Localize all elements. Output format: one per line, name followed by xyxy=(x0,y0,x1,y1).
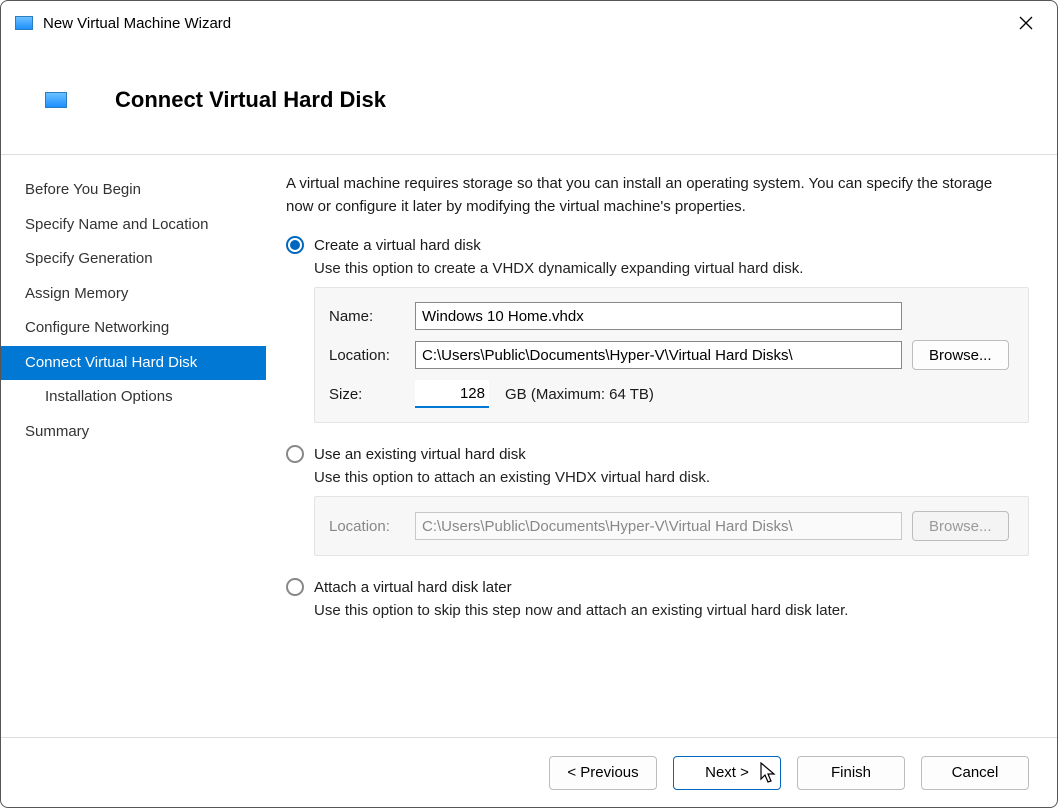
vhd-name-input[interactable] xyxy=(415,302,902,330)
page-title: Connect Virtual Hard Disk xyxy=(115,87,386,113)
option-create-desc: Use this option to create a VHDX dynamic… xyxy=(314,260,1029,277)
wizard-header-icon xyxy=(45,92,67,108)
location-label: Location: xyxy=(329,347,405,364)
finish-button[interactable]: Finish xyxy=(797,756,905,790)
existing-location-input xyxy=(415,512,902,540)
wizard-body: Before You Begin Specify Name and Locati… xyxy=(1,155,1057,737)
titlebar: New Virtual Machine Wizard xyxy=(1,1,1057,45)
close-button[interactable] xyxy=(1003,8,1049,38)
radio-existing-vhd[interactable] xyxy=(286,445,304,463)
existing-panel: Location: Browse... xyxy=(314,496,1029,556)
step-assign-memory[interactable]: Assign Memory xyxy=(1,277,266,312)
size-suffix: GB (Maximum: 64 TB) xyxy=(505,386,654,403)
option-later-desc: Use this option to skip this step now an… xyxy=(314,602,1029,619)
wizard-steps-sidebar: Before You Begin Specify Name and Locati… xyxy=(1,155,266,737)
wizard-header: Connect Virtual Hard Disk xyxy=(1,45,1057,155)
step-configure-networking[interactable]: Configure Networking xyxy=(1,311,266,346)
next-button[interactable]: Next > xyxy=(673,756,781,790)
radio-attach-later[interactable] xyxy=(286,578,304,596)
name-label: Name: xyxy=(329,308,405,325)
cancel-button[interactable]: Cancel xyxy=(921,756,1029,790)
browse-existing-button: Browse... xyxy=(912,511,1009,541)
radio-existing-label: Use an existing virtual hard disk xyxy=(314,446,526,463)
option-existing-desc: Use this option to attach an existing VH… xyxy=(314,469,1029,486)
browse-location-button[interactable]: Browse... xyxy=(912,340,1009,370)
option-create-block: Create a virtual hard disk Use this opti… xyxy=(286,236,1029,423)
step-installation-options[interactable]: Installation Options xyxy=(1,380,266,415)
wizard-footer: < Previous Next > Finish Cancel xyxy=(1,737,1057,807)
step-specify-generation[interactable]: Specify Generation xyxy=(1,242,266,277)
window-title: New Virtual Machine Wizard xyxy=(43,15,1003,32)
step-connect-vhd[interactable]: Connect Virtual Hard Disk xyxy=(1,346,266,381)
previous-button[interactable]: < Previous xyxy=(549,756,657,790)
vhd-size-input[interactable] xyxy=(415,380,489,408)
option-existing-block: Use an existing virtual hard disk Use th… xyxy=(286,445,1029,556)
step-summary[interactable]: Summary xyxy=(1,415,266,450)
size-label: Size: xyxy=(329,386,405,403)
wizard-window: New Virtual Machine Wizard Connect Virtu… xyxy=(0,0,1058,808)
vhd-location-input[interactable] xyxy=(415,341,902,369)
step-before-you-begin[interactable]: Before You Begin xyxy=(1,173,266,208)
create-panel: Name: Location: Browse... Size: GB (Maxi… xyxy=(314,287,1029,423)
intro-text: A virtual machine requires storage so th… xyxy=(286,173,1006,218)
close-icon xyxy=(1019,16,1033,30)
existing-location-label: Location: xyxy=(329,518,405,535)
option-later-block: Attach a virtual hard disk later Use thi… xyxy=(286,578,1029,619)
radio-later-label: Attach a virtual hard disk later xyxy=(314,579,512,596)
wizard-content: A virtual machine requires storage so th… xyxy=(266,155,1057,737)
radio-create-vhd[interactable] xyxy=(286,236,304,254)
app-icon xyxy=(15,16,33,30)
step-specify-name[interactable]: Specify Name and Location xyxy=(1,208,266,243)
radio-create-label: Create a virtual hard disk xyxy=(314,237,481,254)
